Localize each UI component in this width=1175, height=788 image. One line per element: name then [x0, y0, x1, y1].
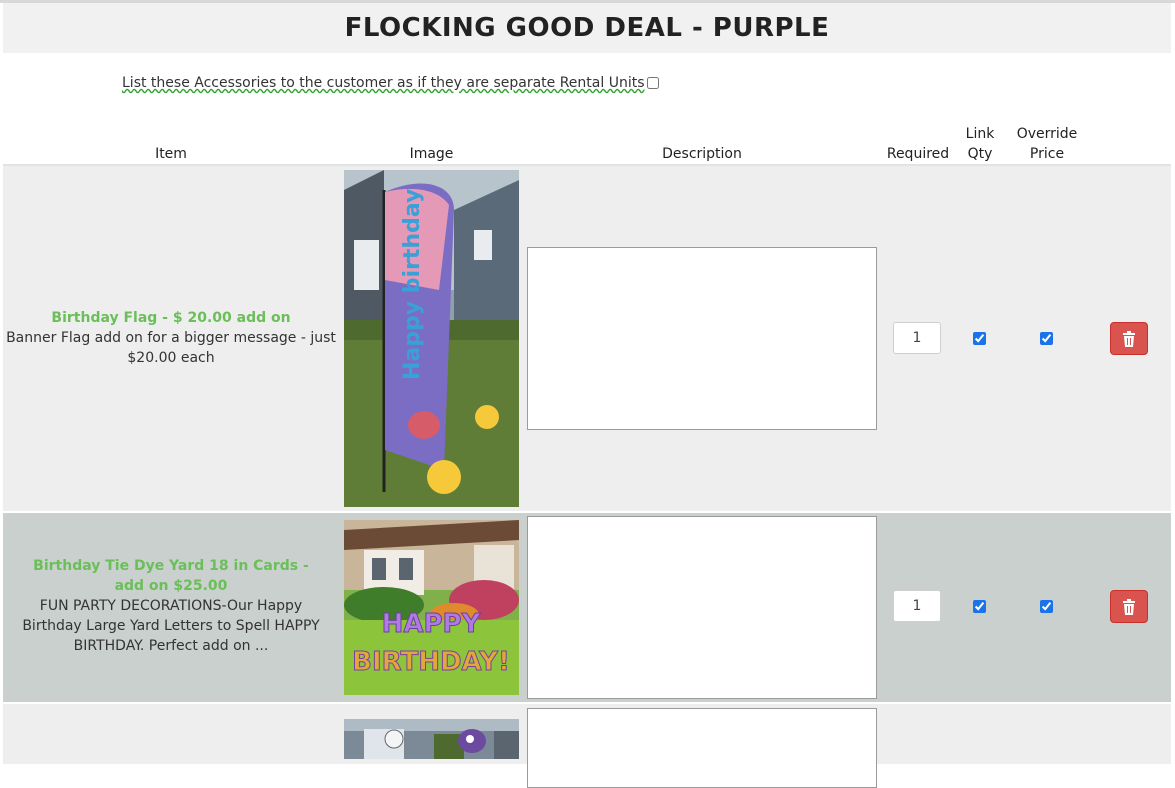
page-title: FLOCKING GOOD DEAL - PURPLE — [344, 13, 830, 43]
table-row — [3, 704, 1171, 788]
table-row: Birthday Tie Dye Yard 18 in Cards - add … — [3, 513, 1171, 702]
delete-button[interactable] — [1110, 590, 1148, 623]
trash-icon — [1123, 330, 1135, 347]
item-cell: Birthday Tie Dye Yard 18 in Cards - add … — [3, 556, 339, 656]
item-cell: Birthday Flag - $ 20.00 add on Banner Fl… — [3, 308, 339, 368]
link-qty-checkbox[interactable] — [973, 600, 986, 613]
birthday-flag-photo: Happy birthday — [344, 170, 519, 507]
list-as-rental-units-checkbox[interactable] — [646, 77, 659, 89]
header-required: Required — [886, 146, 950, 162]
flamingo-yard-photo — [344, 719, 519, 759]
item-name: Birthday Tie Dye Yard 18 in Cards - add … — [33, 558, 309, 594]
description-textarea[interactable] — [527, 516, 877, 699]
header-link-qty-line1: Link — [965, 126, 995, 142]
override-price-checkbox[interactable] — [1040, 332, 1053, 345]
title-bar: FLOCKING GOOD DEAL - PURPLE — [3, 3, 1171, 53]
header-override-line1: Override — [1016, 126, 1078, 142]
delete-button[interactable] — [1110, 322, 1148, 355]
header-link-qty: Link Qty — [955, 124, 1005, 164]
table-row: Birthday Flag - $ 20.00 add on Banner Fl… — [3, 166, 1171, 511]
header-image: Image — [409, 146, 454, 162]
header-override-price: Override Price — [1007, 124, 1087, 164]
required-qty-input[interactable] — [893, 322, 941, 354]
item-name: Birthday Flag - $ 20.00 add on — [51, 310, 291, 326]
header-description: Description — [662, 146, 742, 162]
override-price-checkbox[interactable] — [1040, 600, 1053, 613]
yard-letters-photo: HAPPY BIRTHDAY! — [344, 520, 519, 695]
list-as-rental-units-option: List these Accessories to the customer a… — [122, 75, 659, 91]
yard-image-text-line2: BIRTHDAY! — [352, 647, 510, 677]
list-as-rental-units-label: List these Accessories to the customer a… — [122, 75, 645, 91]
description-textarea[interactable] — [527, 708, 877, 788]
description-textarea[interactable] — [527, 247, 877, 430]
header-item: Item — [155, 146, 187, 162]
required-qty-input[interactable] — [893, 590, 941, 622]
item-summary: FUN PARTY DECORATIONS-Our Happy Birthday… — [22, 598, 320, 654]
header-override-line2: Price — [1029, 146, 1065, 162]
trash-icon — [1123, 598, 1135, 615]
link-qty-checkbox[interactable] — [973, 332, 986, 345]
item-summary: Banner Flag add on for a bigger message … — [6, 330, 336, 366]
yard-image-text-line1: HAPPY — [382, 609, 482, 639]
flag-image-text: Happy birthday — [400, 189, 425, 380]
header-link-qty-line2: Qty — [967, 146, 993, 162]
